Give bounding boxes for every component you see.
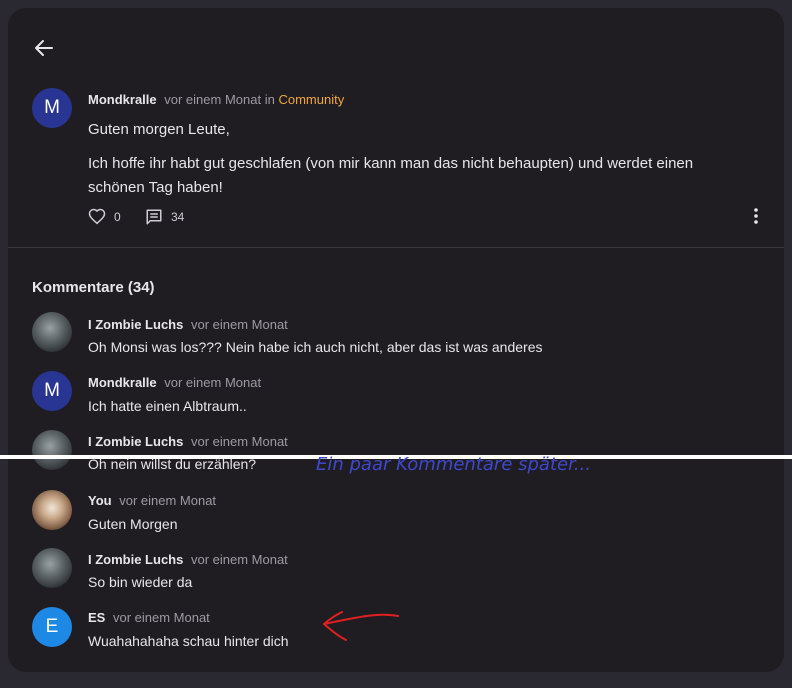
comment-header: Mondkralle vor einem Monat	[88, 375, 261, 390]
comment-text: Guten Morgen	[88, 516, 178, 532]
comment-avatar-m[interactable]: M	[32, 371, 72, 411]
comment-text: So bin wieder da	[88, 574, 193, 590]
arrow-left-icon	[35, 40, 53, 56]
post-detail-card: M Mondkralle vor einem Monat in Communit…	[8, 8, 784, 672]
divider	[8, 247, 784, 248]
comment-text: Ich hatte einen Albtraum..	[88, 398, 247, 414]
comment-author[interactable]: ES	[88, 610, 105, 625]
comment-time: vor einem Monat	[190, 552, 288, 567]
comment-author[interactable]: I Zombie Luchs	[88, 317, 183, 332]
red-arrow-annotation	[323, 611, 399, 641]
comment-header: I Zombie Luchs vor einem Monat	[88, 317, 288, 332]
comment-header: You vor einem Monat	[88, 493, 216, 508]
comment-time: vor einem Monat	[190, 317, 288, 332]
heart-icon	[88, 208, 106, 225]
avatar-initial: M	[44, 380, 60, 401]
post-time: vor einem Monat	[164, 92, 262, 107]
comment-author[interactable]: Mondkralle	[88, 375, 157, 390]
comment-avatar-lynx[interactable]	[32, 548, 72, 588]
community-link[interactable]: Community	[278, 92, 344, 107]
post-in-label: in	[264, 92, 275, 107]
comment-icon	[146, 209, 162, 225]
comment-avatar-e[interactable]: E	[32, 607, 72, 647]
comment-avatar-cat[interactable]	[32, 490, 72, 530]
comment-avatar-lynx[interactable]	[32, 430, 72, 470]
comments-button[interactable]: 34	[145, 208, 184, 226]
comment-time: vor einem Monat	[190, 434, 288, 449]
avatar-initial: M	[44, 97, 60, 118]
comment-text: Oh Monsi was los??? Nein habe ich auch n…	[88, 339, 543, 355]
post-author-avatar[interactable]: M	[32, 88, 72, 128]
comment-time: vor einem Monat	[164, 375, 262, 390]
like-count: 0	[114, 210, 121, 224]
avatar-initial: E	[45, 616, 59, 637]
comments-heading: Kommentare (34)	[32, 279, 155, 296]
post-author[interactable]: Mondkralle	[88, 92, 157, 107]
comment-time: vor einem Monat	[112, 610, 210, 625]
more-options-button[interactable]	[748, 207, 764, 225]
comment-author[interactable]: You	[88, 493, 112, 508]
post-body-line1: Guten morgen Leute,	[88, 121, 230, 138]
back-button[interactable]	[32, 36, 56, 60]
comment-author[interactable]: I Zombie Luchs	[88, 434, 183, 449]
overlay-caption: Ein paar Kommentare später...	[316, 454, 592, 475]
comment-header: I Zombie Luchs vor einem Monat	[88, 552, 288, 567]
post-header: Mondkralle vor einem Monat in Community	[88, 92, 344, 107]
comment-count: 34	[171, 210, 185, 224]
comment-time: vor einem Monat	[119, 493, 217, 508]
comment-header: ES vor einem Monat	[88, 610, 210, 625]
more-vertical-icon	[754, 208, 758, 224]
comment-author[interactable]: I Zombie Luchs	[88, 552, 183, 567]
like-button[interactable]: 0	[88, 208, 121, 226]
post-body-line2: Ich hoffe ihr habt gut geschlafen (von m…	[88, 155, 694, 196]
comment-header: I Zombie Luchs vor einem Monat	[88, 434, 288, 449]
comment-text: Wuahahahaha schau hinter dich	[88, 633, 289, 649]
comment-avatar-lynx[interactable]	[32, 312, 72, 352]
